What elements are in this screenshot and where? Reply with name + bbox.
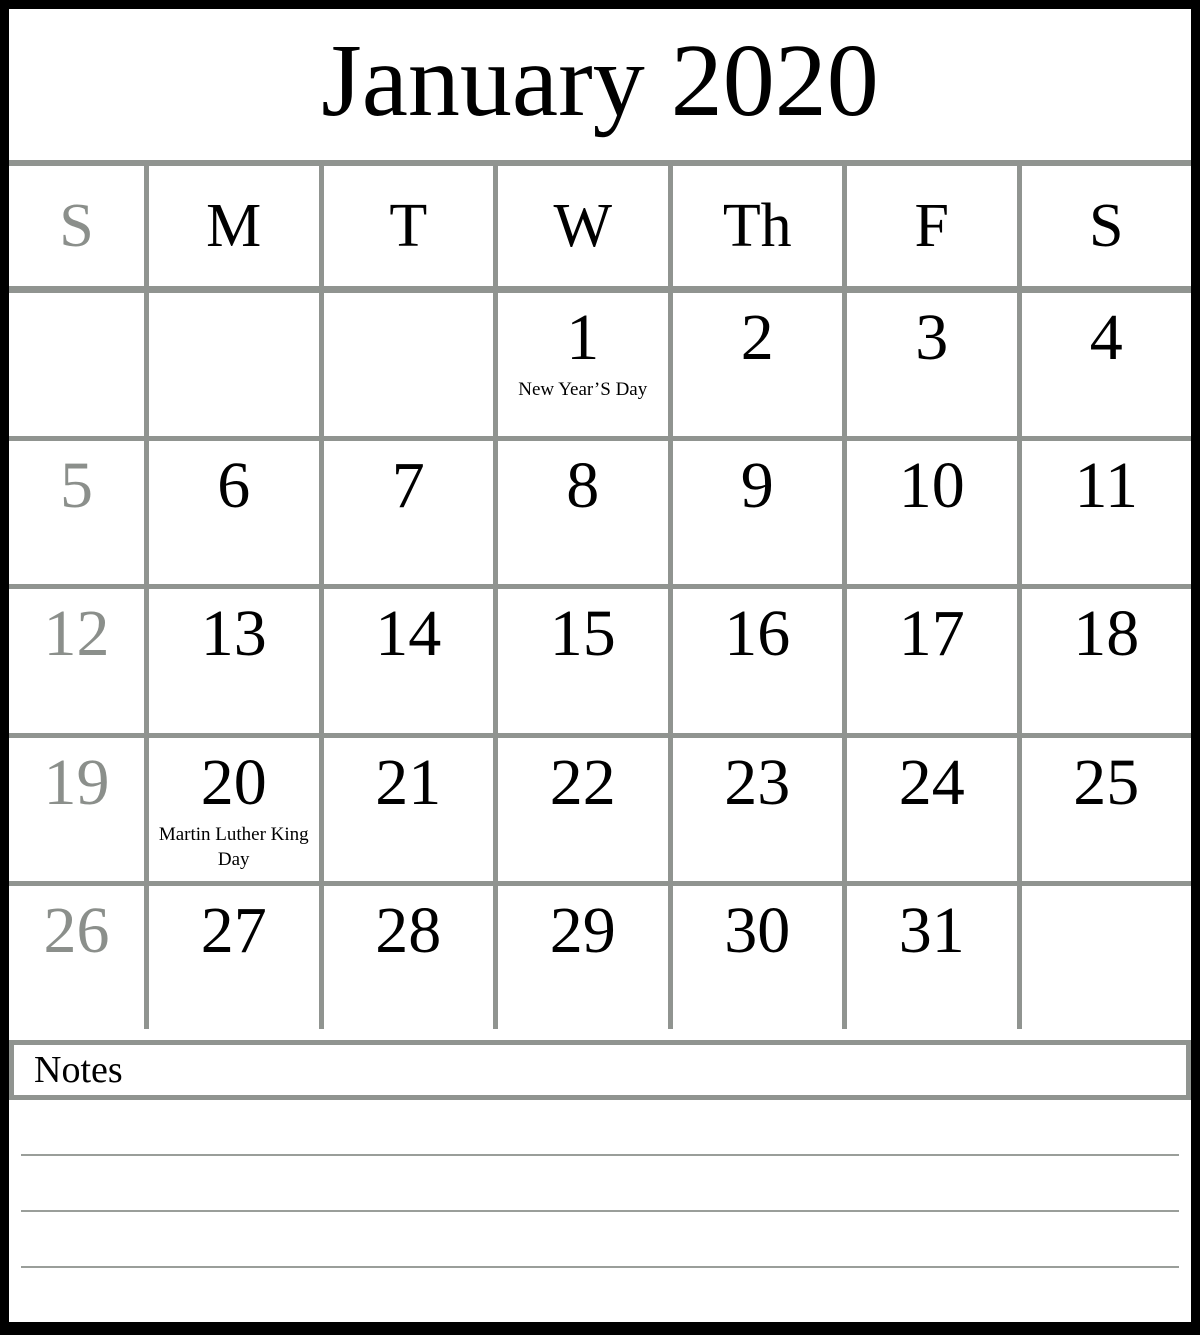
day-cell[interactable]: 26: [9, 885, 149, 1030]
day-cell[interactable]: 19: [9, 737, 149, 881]
calendar-page: January 2020 S M T W Th F S 1 New Year’S Day 2 3 4…: [0, 0, 1200, 1335]
day-holiday-label: New Year’S Day: [518, 378, 648, 400]
notes-line[interactable]: [21, 1268, 1179, 1322]
day-cell[interactable]: 24: [847, 737, 1022, 881]
week-row: 12 13 14 15 16 17 18: [9, 589, 1192, 738]
day-number: 16: [724, 597, 791, 671]
day-number: 8: [566, 449, 600, 523]
weekday-header-0: S: [9, 166, 149, 286]
day-cell[interactable]: 9: [673, 441, 847, 585]
day-number: 1: [566, 301, 600, 374]
day-number: 30: [724, 893, 791, 967]
day-cell[interactable]: 13: [149, 589, 324, 733]
day-cell[interactable]: 3: [847, 293, 1022, 437]
day-number: 23: [724, 745, 791, 819]
day-number: 2: [740, 301, 774, 374]
day-number: 20: [200, 745, 267, 819]
weekday-header-5: F: [847, 166, 1022, 286]
day-number: 22: [549, 745, 616, 819]
day-cell[interactable]: 22: [498, 737, 673, 881]
day-cell[interactable]: 11: [1022, 441, 1192, 584]
day-number: 28: [375, 893, 442, 967]
day-cell[interactable]: 12: [9, 589, 149, 733]
day-cell[interactable]: 23: [673, 737, 847, 881]
weekday-header-2: T: [324, 166, 498, 286]
day-cell[interactable]: 7: [324, 441, 498, 585]
day-holiday-label: Martin Luther King Day: [158, 823, 309, 870]
day-cell[interactable]: 10: [847, 441, 1022, 585]
day-cell[interactable]: 16: [673, 589, 847, 733]
day-cell[interactable]: 27: [149, 885, 324, 1030]
day-number: 18: [1073, 597, 1140, 671]
day-number: 26: [43, 893, 110, 967]
day-number: 11: [1074, 449, 1139, 523]
weekday-header-row: S M T W Th F S: [9, 166, 1191, 293]
day-number: 29: [549, 893, 616, 967]
day-cell[interactable]: 31: [847, 885, 1022, 1030]
day-cell[interactable]: 20 Martin Luther King Day: [149, 737, 324, 881]
week-row: 5 6 7 8 9 10 11: [9, 441, 1192, 590]
weekday-header-1: M: [149, 166, 324, 286]
day-cell[interactable]: 4: [1022, 293, 1192, 436]
day-cell[interactable]: 6: [149, 441, 324, 585]
notes-label: Notes: [34, 1049, 123, 1091]
day-number: 13: [200, 597, 267, 671]
day-number: 21: [375, 745, 442, 819]
day-number: 5: [60, 449, 93, 523]
day-cell-empty: [149, 293, 324, 437]
day-cell-empty: [324, 293, 498, 437]
day-number: 19: [43, 745, 110, 819]
notes-line[interactable]: [21, 1212, 1179, 1268]
day-cell[interactable]: 21: [324, 737, 498, 881]
day-number: 17: [898, 597, 965, 671]
notes-section: Notes: [9, 1029, 1191, 1322]
calendar-weeks-grid: 1 New Year’S Day 2 3 4 5 6 7 8 9 10 11 12 13 14 15 16 17 1…: [9, 293, 1192, 1030]
day-cell[interactable]: 30: [673, 885, 847, 1030]
weekday-header-6: S: [1089, 192, 1124, 260]
day-number: 12: [43, 597, 110, 671]
day-number: 9: [740, 449, 774, 523]
day-number: 15: [549, 597, 616, 671]
day-cell[interactable]: 2: [673, 293, 847, 437]
week-row: 1 New Year’S Day 2 3 4: [9, 293, 1192, 442]
day-number: 3: [915, 301, 949, 374]
day-cell[interactable]: 5: [9, 441, 149, 585]
page-title: January 2020: [321, 22, 879, 138]
weekday-header-3: W: [498, 166, 673, 286]
notes-header: Notes: [9, 1040, 1191, 1100]
calendar-title-bar: January 2020: [9, 9, 1191, 166]
week-row: 26 27 28 29 30 31: [9, 885, 1192, 1030]
day-cell[interactable]: 18: [1022, 589, 1192, 732]
day-number: 7: [391, 449, 425, 523]
day-cell[interactable]: 28: [324, 885, 498, 1030]
day-number: 31: [898, 893, 965, 967]
day-cell-empty: [1022, 886, 1192, 1029]
weekday-header-4: Th: [673, 166, 847, 286]
day-cell[interactable]: 29: [498, 885, 673, 1030]
notes-line[interactable]: [21, 1156, 1179, 1212]
day-cell[interactable]: 1 New Year’S Day: [498, 293, 673, 437]
day-cell[interactable]: 8: [498, 441, 673, 585]
day-cell-empty: [9, 293, 149, 437]
week-row: 19 20 Martin Luther King Day 21 22 23 24 25: [9, 737, 1192, 886]
day-number: 10: [898, 449, 965, 523]
day-number: 24: [898, 745, 965, 819]
day-cell[interactable]: 17: [847, 589, 1022, 733]
notes-line[interactable]: [21, 1100, 1179, 1156]
day-number: 27: [200, 893, 267, 967]
day-cell[interactable]: 15: [498, 589, 673, 733]
day-cell[interactable]: 14: [324, 589, 498, 733]
day-number: 6: [217, 449, 251, 523]
day-number: 4: [1089, 301, 1123, 374]
day-number: 25: [1073, 745, 1140, 819]
day-number: 14: [375, 597, 442, 671]
day-cell[interactable]: 25: [1022, 738, 1192, 881]
notes-lines: [9, 1100, 1191, 1322]
